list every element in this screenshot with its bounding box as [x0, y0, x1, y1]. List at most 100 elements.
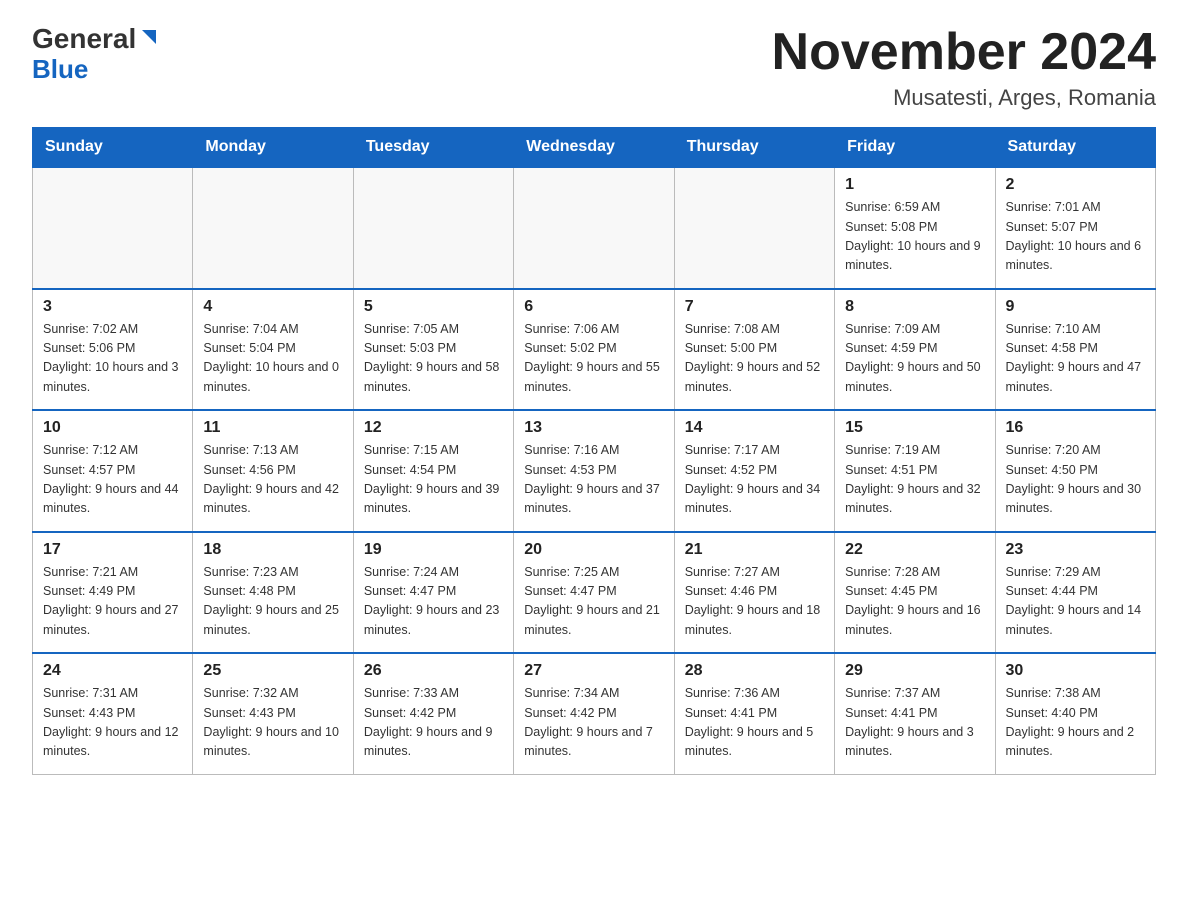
day-info: Sunrise: 7:04 AMSunset: 5:04 PMDaylight:… [203, 320, 342, 398]
day-info: Sunrise: 7:01 AMSunset: 5:07 PMDaylight:… [1006, 198, 1145, 276]
day-info: Sunrise: 7:31 AMSunset: 4:43 PMDaylight:… [43, 684, 182, 762]
day-info: Sunrise: 7:12 AMSunset: 4:57 PMDaylight:… [43, 441, 182, 519]
calendar-cell: 2 Sunrise: 7:01 AMSunset: 5:07 PMDaylight… [995, 167, 1155, 289]
weekday-header-tuesday: Tuesday [353, 128, 513, 168]
day-info: Sunrise: 7:05 AMSunset: 5:03 PMDaylight:… [364, 320, 503, 398]
calendar-cell: 17 Sunrise: 7:21 AMSunset: 4:49 PMDayligh… [33, 532, 193, 654]
calendar-cell: 20 Sunrise: 7:25 AMSunset: 4:47 PMDayligh… [514, 532, 674, 654]
calendar-cell: 19 Sunrise: 7:24 AMSunset: 4:47 PMDayligh… [353, 532, 513, 654]
day-number: 8 [845, 298, 984, 316]
calendar-cell: 24 Sunrise: 7:31 AMSunset: 4:43 PMDayligh… [33, 653, 193, 774]
logo: General Blue [32, 24, 160, 83]
page-header: General Blue November 2024 Musatesti, Ar… [32, 24, 1156, 111]
calendar-header-row: SundayMondayTuesdayWednesdayThursdayFrid… [33, 128, 1156, 168]
calendar-cell: 18 Sunrise: 7:23 AMSunset: 4:48 PMDayligh… [193, 532, 353, 654]
day-info: Sunrise: 7:28 AMSunset: 4:45 PMDaylight:… [845, 563, 984, 641]
day-number: 27 [524, 662, 663, 680]
weekday-header-thursday: Thursday [674, 128, 834, 168]
calendar-cell: 26 Sunrise: 7:33 AMSunset: 4:42 PMDayligh… [353, 653, 513, 774]
logo-general: General [32, 24, 136, 55]
day-info: Sunrise: 7:27 AMSunset: 4:46 PMDaylight:… [685, 563, 824, 641]
title-block: November 2024 Musatesti, Arges, Romania [772, 24, 1156, 111]
calendar-cell [514, 167, 674, 289]
day-info: Sunrise: 7:10 AMSunset: 4:58 PMDaylight:… [1006, 320, 1145, 398]
day-number: 9 [1006, 298, 1145, 316]
calendar-cell: 16 Sunrise: 7:20 AMSunset: 4:50 PMDayligh… [995, 410, 1155, 532]
calendar-cell: 1Sunrise: 6:59 AMSunset: 5:08 PMDaylight… [835, 167, 995, 289]
day-info: Sunrise: 7:23 AMSunset: 4:48 PMDaylight:… [203, 563, 342, 641]
day-info: Sunrise: 7:20 AMSunset: 4:50 PMDaylight:… [1006, 441, 1145, 519]
day-number: 26 [364, 662, 503, 680]
day-info: Sunrise: 7:33 AMSunset: 4:42 PMDaylight:… [364, 684, 503, 762]
day-number: 18 [203, 541, 342, 559]
calendar-cell: 11 Sunrise: 7:13 AMSunset: 4:56 PMDayligh… [193, 410, 353, 532]
day-info: Sunrise: 7:24 AMSunset: 4:47 PMDaylight:… [364, 563, 503, 641]
day-info: Sunrise: 7:32 AMSunset: 4:43 PMDaylight:… [203, 684, 342, 762]
calendar-cell: 12Sunrise: 7:15 AMSunset: 4:54 PMDayligh… [353, 410, 513, 532]
day-info: Sunrise: 7:08 AMSunset: 5:00 PMDaylight:… [685, 320, 824, 398]
day-info: Sunrise: 7:29 AMSunset: 4:44 PMDaylight:… [1006, 563, 1145, 641]
calendar-cell: 10 Sunrise: 7:12 AMSunset: 4:57 PMDayligh… [33, 410, 193, 532]
day-number: 11 [203, 419, 342, 437]
day-number: 30 [1006, 662, 1145, 680]
calendar-cell: 21 Sunrise: 7:27 AMSunset: 4:46 PMDayligh… [674, 532, 834, 654]
day-number: 4 [203, 298, 342, 316]
day-number: 3 [43, 298, 182, 316]
day-number: 15 [845, 419, 984, 437]
calendar-cell: 13 Sunrise: 7:16 AMSunset: 4:53 PMDayligh… [514, 410, 674, 532]
calendar-cell: 14Sunrise: 7:17 AMSunset: 4:52 PMDayligh… [674, 410, 834, 532]
day-info: Sunrise: 7:38 AMSunset: 4:40 PMDaylight:… [1006, 684, 1145, 762]
day-info: Sunrise: 7:09 AMSunset: 4:59 PMDaylight:… [845, 320, 984, 398]
day-number: 19 [364, 541, 503, 559]
weekday-header-friday: Friday [835, 128, 995, 168]
weekday-header-monday: Monday [193, 128, 353, 168]
day-number: 6 [524, 298, 663, 316]
day-info: Sunrise: 7:16 AMSunset: 4:53 PMDaylight:… [524, 441, 663, 519]
day-number: 2 [1006, 176, 1145, 194]
calendar-week-4: 24 Sunrise: 7:31 AMSunset: 4:43 PMDayligh… [33, 653, 1156, 774]
location-title: Musatesti, Arges, Romania [772, 85, 1156, 111]
day-info: Sunrise: 7:06 AMSunset: 5:02 PMDaylight:… [524, 320, 663, 398]
calendar-week-3: 17 Sunrise: 7:21 AMSunset: 4:49 PMDayligh… [33, 532, 1156, 654]
day-number: 24 [43, 662, 182, 680]
weekday-header-sunday: Sunday [33, 128, 193, 168]
calendar-cell: 6 Sunrise: 7:06 AMSunset: 5:02 PMDaylight… [514, 289, 674, 411]
calendar-cell: 3Sunrise: 7:02 AMSunset: 5:06 PMDaylight… [33, 289, 193, 411]
calendar-cell: 29Sunrise: 7:37 AMSunset: 4:41 PMDayligh… [835, 653, 995, 774]
calendar-cell: 8 Sunrise: 7:09 AMSunset: 4:59 PMDaylight… [835, 289, 995, 411]
weekday-header-saturday: Saturday [995, 128, 1155, 168]
day-number: 13 [524, 419, 663, 437]
day-info: Sunrise: 7:13 AMSunset: 4:56 PMDaylight:… [203, 441, 342, 519]
calendar-cell [353, 167, 513, 289]
day-number: 22 [845, 541, 984, 559]
day-number: 1 [845, 176, 984, 194]
day-number: 10 [43, 419, 182, 437]
weekday-header-wednesday: Wednesday [514, 128, 674, 168]
day-number: 20 [524, 541, 663, 559]
calendar-cell: 30 Sunrise: 7:38 AMSunset: 4:40 PMDayligh… [995, 653, 1155, 774]
day-info: Sunrise: 7:21 AMSunset: 4:49 PMDaylight:… [43, 563, 182, 641]
day-number: 16 [1006, 419, 1145, 437]
calendar-cell: 25 Sunrise: 7:32 AMSunset: 4:43 PMDayligh… [193, 653, 353, 774]
day-info: Sunrise: 7:25 AMSunset: 4:47 PMDaylight:… [524, 563, 663, 641]
day-number: 28 [685, 662, 824, 680]
calendar-cell [674, 167, 834, 289]
calendar-cell: 9 Sunrise: 7:10 AMSunset: 4:58 PMDaylight… [995, 289, 1155, 411]
calendar-cell: 23Sunrise: 7:29 AMSunset: 4:44 PMDayligh… [995, 532, 1155, 654]
logo-icon [138, 26, 160, 48]
calendar-cell [193, 167, 353, 289]
calendar-cell: 28 Sunrise: 7:36 AMSunset: 4:41 PMDayligh… [674, 653, 834, 774]
day-number: 14 [685, 419, 824, 437]
calendar-table: SundayMondayTuesdayWednesdayThursdayFrid… [32, 127, 1156, 775]
day-number: 17 [43, 541, 182, 559]
day-number: 21 [685, 541, 824, 559]
calendar-cell: 5 Sunrise: 7:05 AMSunset: 5:03 PMDaylight… [353, 289, 513, 411]
day-info: Sunrise: 7:36 AMSunset: 4:41 PMDaylight:… [685, 684, 824, 762]
calendar-cell: 27 Sunrise: 7:34 AMSunset: 4:42 PMDayligh… [514, 653, 674, 774]
day-info: Sunrise: 7:34 AMSunset: 4:42 PMDaylight:… [524, 684, 663, 762]
day-number: 25 [203, 662, 342, 680]
calendar-cell: 4 Sunrise: 7:04 AMSunset: 5:04 PMDaylight… [193, 289, 353, 411]
calendar-cell [33, 167, 193, 289]
day-number: 5 [364, 298, 503, 316]
day-info: Sunrise: 7:15 AMSunset: 4:54 PMDaylight:… [364, 441, 503, 519]
